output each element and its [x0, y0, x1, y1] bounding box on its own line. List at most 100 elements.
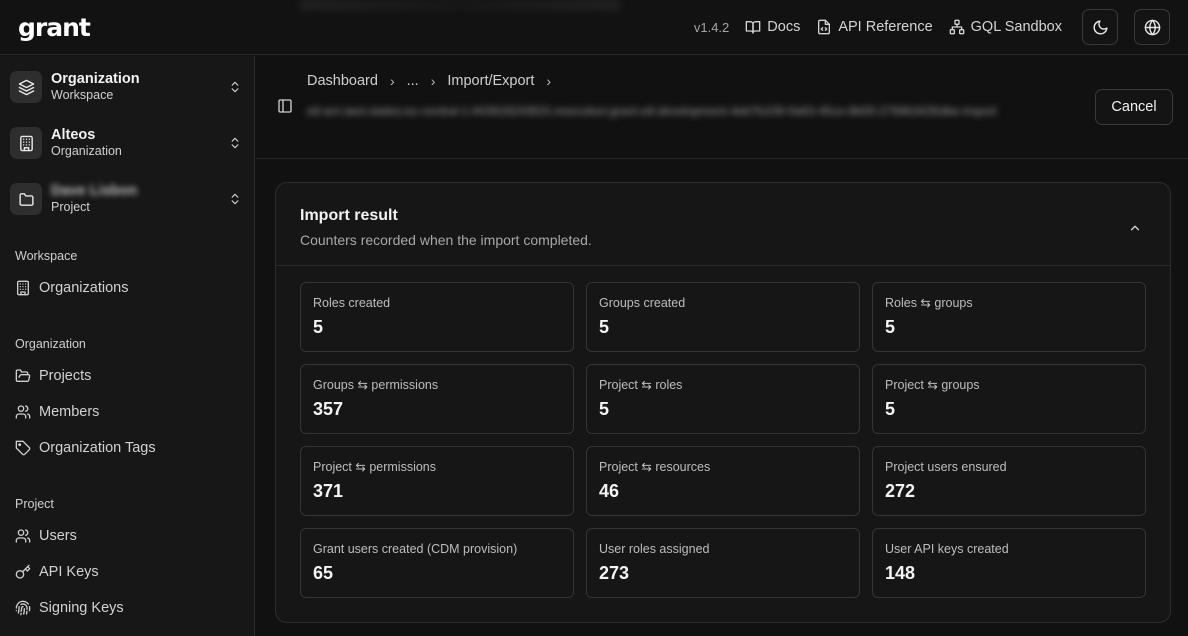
stat-project-roles: Project ⇆ roles 5: [586, 364, 860, 434]
section-label-workspace: Workspace: [15, 249, 78, 263]
version-label: v1.4.2: [693, 19, 730, 35]
stat-project-groups: Project ⇆ groups 5: [872, 364, 1146, 434]
card-title: Import result: [300, 207, 398, 224]
gql-sandbox-link[interactable]: GQL Sandbox: [949, 19, 1062, 35]
stat-grant-users-created: Grant users created (CDM provision) 65: [300, 528, 574, 598]
sidebar-item-label: Organizations: [39, 280, 129, 296]
folder-open-icon: [15, 369, 31, 382]
sidebar: Organization Workspace Alteos Organizati…: [0, 56, 255, 636]
stat-roles-created: Roles created 5: [300, 282, 574, 352]
network-icon: [949, 19, 964, 35]
top-bar: grant v1.4.2 Docs API Reference GQL Sand…: [0, 0, 1188, 55]
execution-id: etl-arn:aws:states:eu-central-1:44391824…: [307, 104, 997, 118]
stat-value: 5: [885, 399, 896, 419]
stats-grid: Roles created 5 Groups created 5 Roles ⇆…: [300, 282, 1146, 598]
switcher-subtitle: Project: [51, 200, 90, 214]
card-description: Counters recorded when the import comple…: [300, 232, 592, 248]
top-nav: v1.4.2 Docs API Reference GQL Sandbox: [693, 9, 1170, 45]
building-icon: [10, 127, 42, 159]
language-button[interactable]: [1134, 9, 1170, 45]
breadcrumb-ellipsis[interactable]: ...: [407, 73, 419, 89]
workspace-switcher[interactable]: Organization Workspace: [10, 64, 246, 110]
section-label-project: Project: [15, 497, 54, 511]
api-reference-link[interactable]: API Reference: [816, 19, 933, 35]
users-icon: [15, 405, 31, 419]
stat-value: 272: [885, 481, 916, 501]
stat-label: Groups created: [599, 296, 686, 310]
stat-label: Roles ⇆ groups: [885, 296, 973, 310]
switcher-title: Alteos: [51, 127, 96, 143]
stat-value: 148: [885, 563, 916, 583]
chevron-right-icon: ›: [546, 73, 552, 89]
stat-roles-groups: Roles ⇆ groups 5: [872, 282, 1146, 352]
moon-icon: [1093, 19, 1108, 34]
key-icon: [15, 564, 31, 579]
card-header: Import result Counters recorded when the…: [276, 183, 1170, 266]
stat-user-roles-assigned: User roles assigned 273: [586, 528, 860, 598]
page-header: Dashboard › ... › Import/Export › etl-ar…: [256, 56, 1188, 159]
switcher-subtitle: Organization: [51, 144, 122, 158]
sidebar-item-projects[interactable]: Projects: [15, 364, 240, 388]
sidebar-item-organization-tags[interactable]: Organization Tags: [15, 436, 240, 460]
stat-value: 46: [599, 481, 620, 501]
stat-project-permissions: Project ⇆ permissions 371: [300, 446, 574, 516]
stat-value: 5: [599, 399, 610, 419]
layers-icon: [10, 71, 42, 103]
stat-value: 273: [599, 563, 630, 583]
sidebar-item-api-keys[interactable]: API Keys: [15, 560, 240, 584]
sidebar-item-members[interactable]: Members: [15, 400, 240, 424]
sidebar-item-signing-keys[interactable]: Signing Keys: [15, 596, 240, 620]
sidebar-item-label: Projects: [39, 368, 92, 384]
building-icon: [17, 280, 29, 296]
stat-label: Grant users created (CDM provision): [313, 542, 518, 556]
organization-switcher[interactable]: Alteos Organization: [10, 120, 246, 166]
theme-toggle-button[interactable]: [1082, 9, 1118, 45]
stat-value: 371: [313, 481, 344, 501]
cancel-button[interactable]: Cancel: [1095, 89, 1173, 125]
sidebar-item-label: API Keys: [39, 564, 99, 580]
stat-groups-created: Groups created 5: [586, 282, 860, 352]
chevron-right-icon: ›: [430, 73, 436, 89]
stat-label: Groups ⇆ permissions: [313, 378, 439, 392]
chevrons-up-down-icon: [231, 137, 239, 149]
api-reference-label: API Reference: [838, 19, 933, 35]
stat-label: User API keys created: [885, 542, 1009, 556]
app-logo[interactable]: grant: [18, 14, 91, 42]
chevrons-up-down-icon: [231, 81, 239, 93]
import-result-card: Import result Counters recorded when the…: [275, 182, 1171, 623]
stat-label: Roles created: [313, 296, 391, 310]
users-icon: [15, 529, 31, 543]
stat-project-resources: Project ⇆ resources 46: [586, 446, 860, 516]
stat-label: Project ⇆ groups: [885, 378, 980, 392]
stat-label: User roles assigned: [599, 542, 710, 556]
stat-project-users-ensured: Project users ensured 272: [872, 446, 1146, 516]
stat-label: Project ⇆ resources: [599, 460, 711, 474]
globe-icon: [1144, 19, 1160, 35]
stat-value: 65: [313, 563, 334, 583]
sidebar-item-label: Signing Keys: [39, 600, 124, 616]
sidebar-item-organizations[interactable]: Organizations: [15, 276, 240, 300]
stat-label: Project users ensured: [885, 460, 1007, 474]
gql-sandbox-label: GQL Sandbox: [970, 19, 1062, 35]
file-code-icon: [818, 19, 831, 35]
folder-icon: [10, 183, 42, 215]
project-switcher[interactable]: Dave Lisbon Project: [10, 176, 246, 222]
sidebar-item-users[interactable]: Users: [15, 524, 240, 548]
chevron-right-icon: ›: [389, 73, 395, 89]
stat-value: 5: [313, 317, 324, 337]
switcher-title: Organization: [51, 71, 140, 87]
blurred-region: [300, 0, 620, 10]
switcher-title: Dave Lisbon: [51, 183, 138, 199]
stat-value: 357: [313, 399, 344, 419]
sidebar-toggle-icon[interactable]: [277, 98, 293, 114]
breadcrumb-dashboard[interactable]: Dashboard: [307, 73, 378, 89]
sidebar-item-label: Members: [39, 404, 100, 420]
tag-icon: [15, 440, 31, 456]
stat-value: 5: [885, 317, 896, 337]
book-icon: [745, 21, 761, 34]
chevron-up-icon[interactable]: [1128, 221, 1142, 235]
docs-link[interactable]: Docs: [745, 19, 800, 35]
breadcrumb-import-export[interactable]: Import/Export: [447, 73, 534, 89]
stat-label: Project ⇆ roles: [599, 378, 683, 392]
switcher-subtitle: Workspace: [51, 88, 114, 102]
